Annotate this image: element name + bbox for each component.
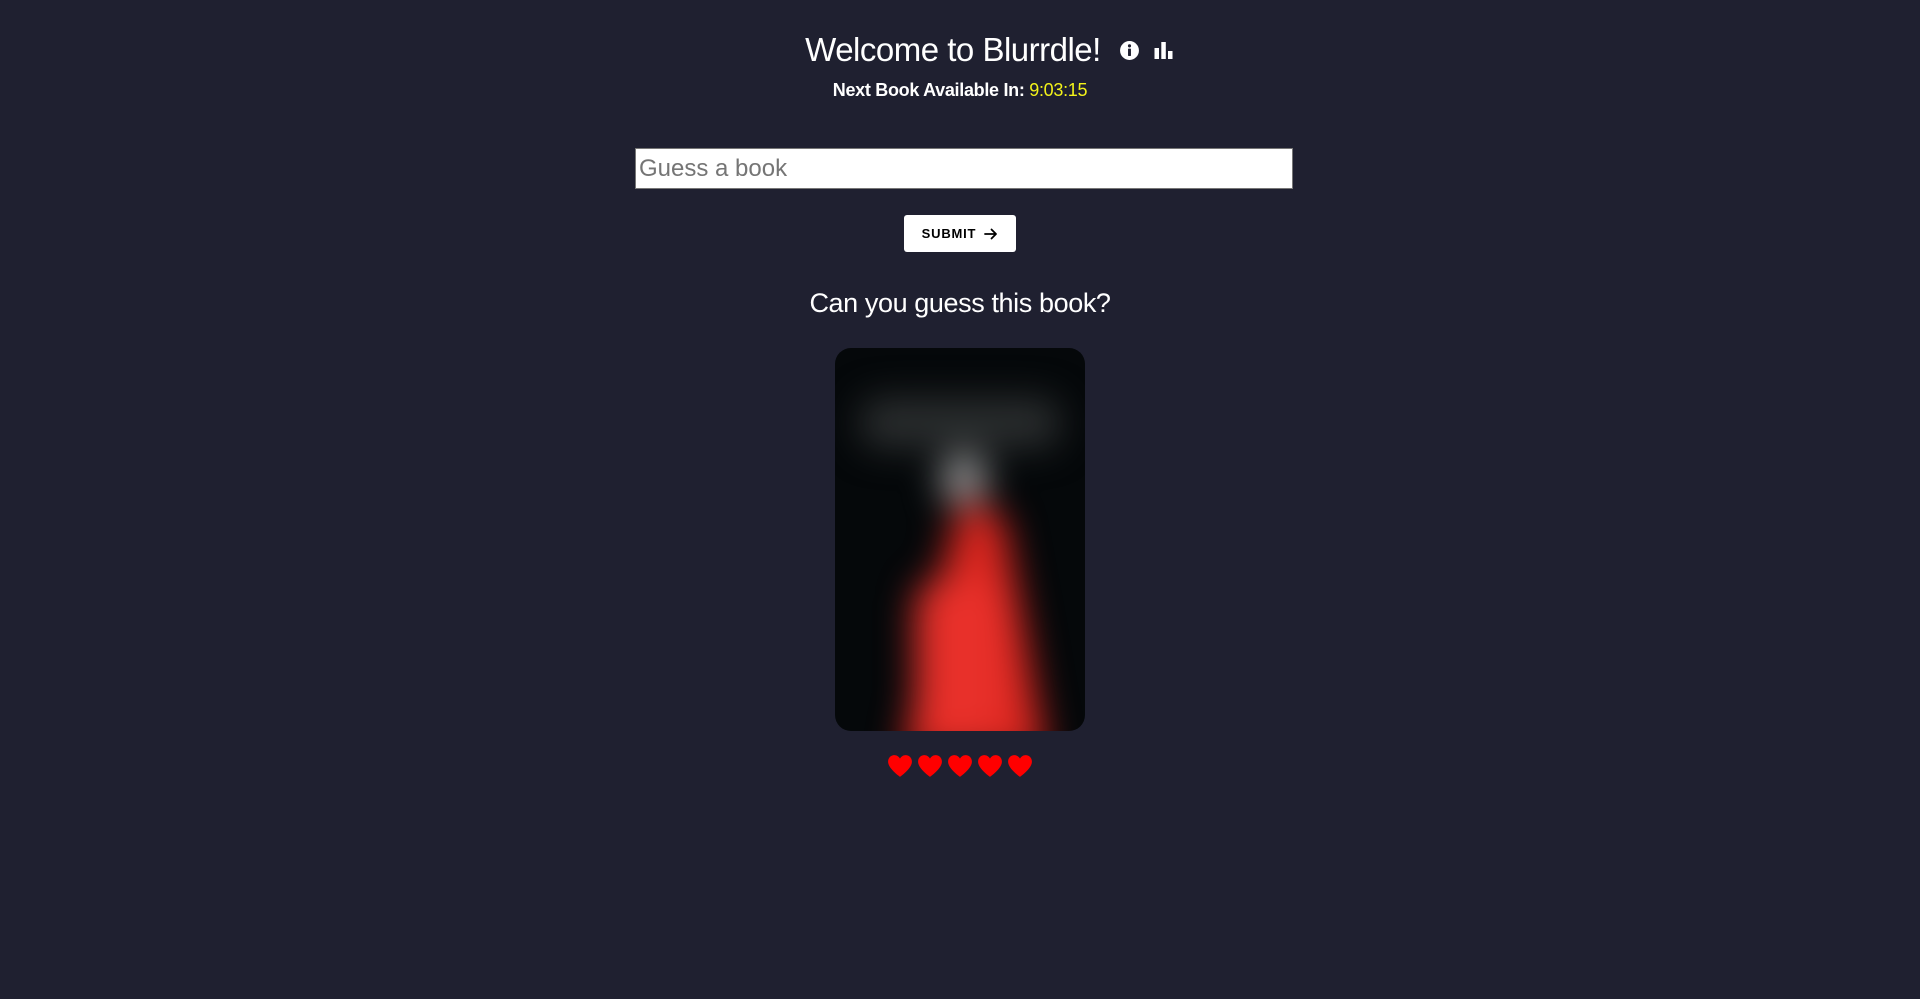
blurred-cover-art [835, 348, 1085, 731]
blurred-book-cover [835, 348, 1085, 731]
guess-prompt: Can you guess this book? [809, 288, 1111, 318]
arrow-right-icon [984, 228, 998, 239]
heart-icon [1008, 755, 1032, 777]
countdown-label: Next Book Available In: [832, 80, 1025, 100]
submit-label: SUBMIT [921, 226, 977, 241]
stats-bar-chart-icon[interactable] [1153, 39, 1175, 61]
page-title: Welcome to Blurrdle! [805, 31, 1101, 68]
header-icons [1119, 39, 1175, 61]
header: Welcome to Blurrdle! [0, 28, 1920, 72]
heart-icon [948, 755, 972, 777]
heart-icon [978, 755, 1002, 777]
submit-button[interactable]: SUBMIT [904, 215, 1016, 252]
lives-hearts [0, 754, 1920, 778]
guess-book-input[interactable] [635, 148, 1293, 189]
countdown-time: 9:03:15 [1029, 80, 1088, 100]
heart-icon [888, 755, 912, 777]
next-book-countdown: Next Book Available In: 9:03:15 [0, 80, 1920, 101]
game-page: Welcome to Blurrdle! Next Book Available… [0, 0, 1920, 999]
heart-icon [918, 755, 942, 777]
info-icon[interactable] [1119, 39, 1141, 61]
